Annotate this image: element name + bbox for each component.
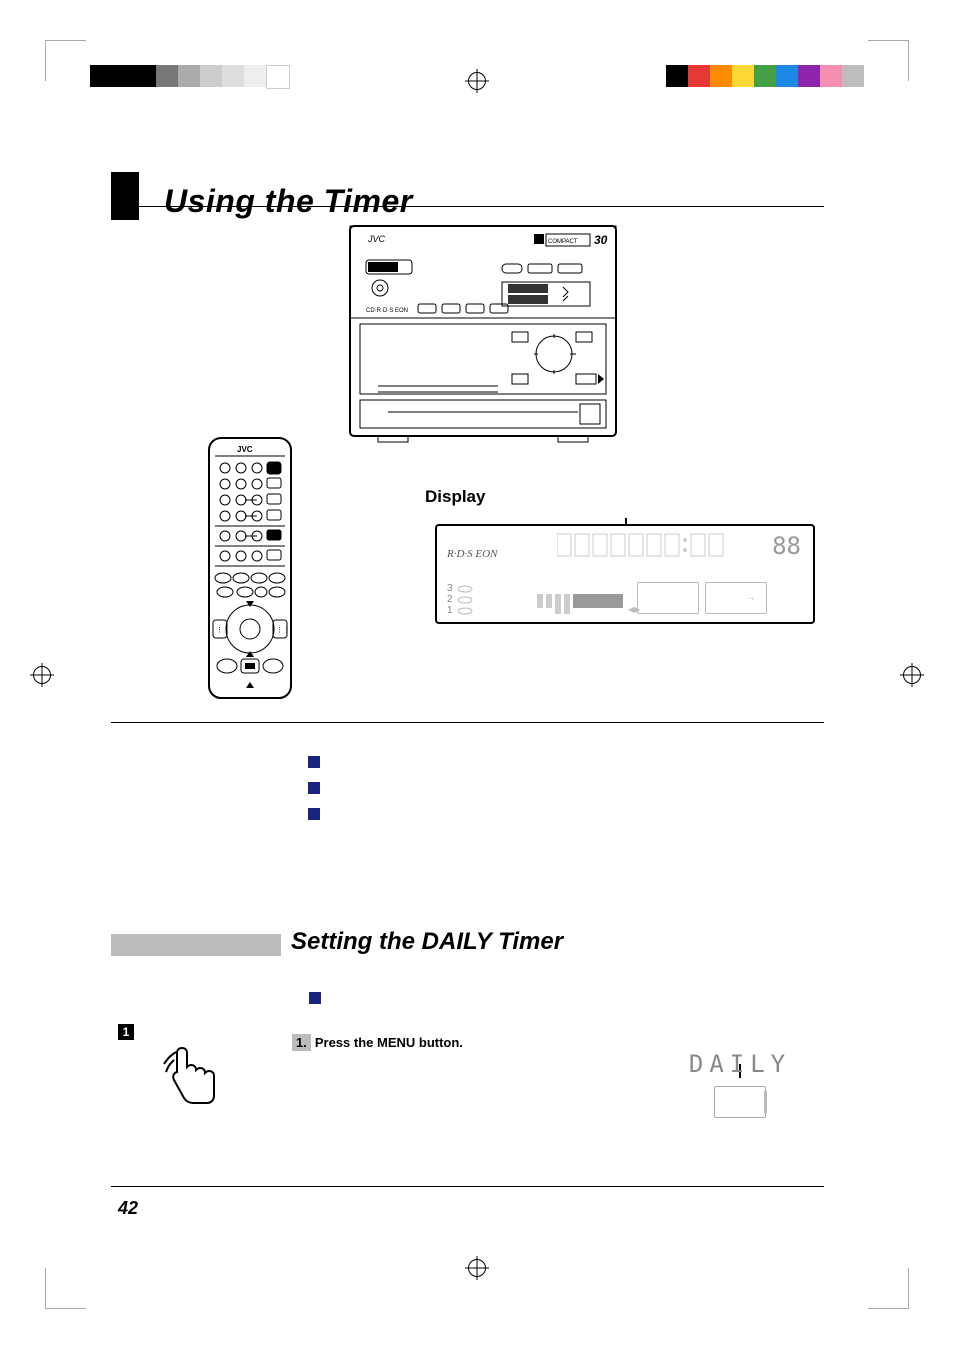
svg-text:⋮⋮: ⋮⋮ xyxy=(276,627,290,634)
daily-indicator-text: DAILY xyxy=(650,1050,830,1078)
svg-text:CD·R·D·S EON: CD·R·D·S EON xyxy=(366,308,408,314)
bullet-list xyxy=(308,756,320,834)
color-bar-right xyxy=(666,65,864,87)
bullet-square-icon xyxy=(308,782,320,794)
step-instruction: 1. Press the MENU button. xyxy=(292,1035,463,1050)
cd-slot-indicators: 3 2 1 xyxy=(447,583,473,616)
registration-mark xyxy=(903,666,921,684)
crop-mark xyxy=(868,40,909,81)
registration-mark xyxy=(33,666,51,684)
bullet-square-icon xyxy=(308,756,320,768)
section-heading: Setting the DAILY Timer xyxy=(291,928,563,956)
segment-characters xyxy=(557,532,737,563)
segment-number: 88 xyxy=(772,532,801,560)
svg-text:JVC: JVC xyxy=(237,445,253,454)
svg-text:COMPACT: COMPACT xyxy=(548,239,578,245)
remote-control-illustration: JVC ⋮⋮ ⋮⋮ xyxy=(205,434,295,704)
hr xyxy=(111,1186,824,1187)
level-bars: ◀▶ xyxy=(537,594,640,614)
crop-mark xyxy=(868,1268,909,1309)
step-list-number: 1. xyxy=(292,1034,311,1051)
svg-text:30: 30 xyxy=(594,233,608,247)
daily-indicator-figure: DAILY xyxy=(650,1050,830,1118)
step-text: Press the MENU button. xyxy=(315,1035,463,1050)
step-number-badge: 1 xyxy=(118,1024,134,1040)
color-bar-left xyxy=(90,65,290,87)
hr xyxy=(111,722,824,723)
crop-mark xyxy=(45,40,86,81)
display-label: Display xyxy=(425,487,485,507)
hand-press-icon xyxy=(160,1040,230,1110)
bullet-square-icon xyxy=(309,992,321,1004)
registration-mark xyxy=(468,72,486,90)
section-heading-row: Setting the DAILY Timer xyxy=(111,928,827,956)
title-ornament xyxy=(111,172,139,220)
svg-text:JVC: JVC xyxy=(367,234,386,244)
bullet-square-icon xyxy=(308,808,320,820)
lcd-display-illustration: R·D·S EON 88 3 2 1 ◀▶ → xyxy=(435,524,815,624)
page-title-row: Using the Timer xyxy=(111,162,413,220)
svg-text:⋮⋮: ⋮⋮ xyxy=(216,627,230,634)
crop-mark xyxy=(45,1268,86,1309)
registration-mark xyxy=(468,1259,486,1277)
page-number: 42 xyxy=(118,1198,138,1219)
stereo-unit-illustration: JVC CD·R·D·S EON COMPACT 30 xyxy=(348,224,618,444)
heading-ornament xyxy=(111,934,281,956)
hr xyxy=(111,206,824,207)
field-outlines: → xyxy=(637,582,767,614)
page-title: Using the Timer xyxy=(164,183,413,220)
